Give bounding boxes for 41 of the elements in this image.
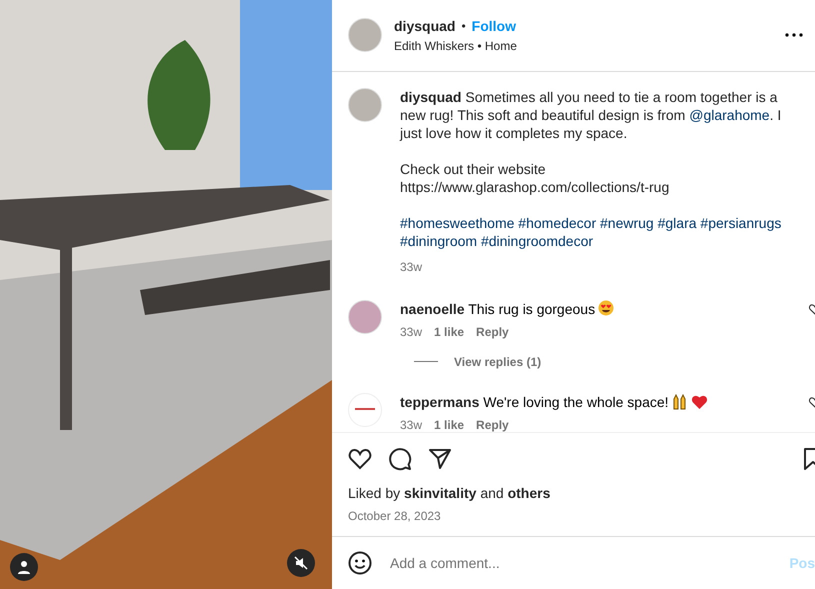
separator-dot: • (461, 18, 466, 33)
username-link[interactable]: skinvitality (404, 485, 476, 502)
hashtag-link[interactable]: #diningroomdecor (480, 232, 594, 249)
others-link[interactable]: others (508, 485, 550, 502)
likes-text: Liked by skinvitality and others (348, 485, 552, 502)
person-icon (17, 560, 31, 574)
muted-speaker-icon (294, 556, 308, 570)
comment-text: naenoelle This rug is gorgeous (400, 300, 791, 317)
timestamp: 33w (400, 418, 422, 432)
mention-link[interactable]: @glarahome (689, 106, 770, 123)
username-link[interactable]: diysquad (394, 18, 456, 34)
heart-eyes-emoji-icon (598, 300, 614, 316)
hashtag-link[interactable]: #glara (658, 214, 697, 231)
like-button[interactable] (348, 448, 372, 470)
share-button[interactable] (428, 448, 452, 470)
username-link[interactable]: naenoelle (400, 300, 465, 317)
like-count: 1 like (434, 418, 464, 432)
hashtag-link[interactable]: #persianrugs (700, 214, 782, 231)
reply-button[interactable]: Reply (476, 324, 509, 339)
reply-button[interactable]: Reply (476, 418, 509, 432)
hashtag-link[interactable]: #homedecor (518, 214, 596, 231)
heart-emoji-icon (690, 394, 708, 410)
caption-text: Check out their website (400, 160, 547, 178)
comment-text: teppermans We're loving the whole space! (400, 392, 791, 410)
view-replies-button[interactable]: View replies (1) (414, 354, 542, 369)
timestamp: 33w (400, 324, 422, 339)
like-count: 1 like (434, 324, 464, 339)
post-date: October 28, 2023 (348, 509, 442, 524)
timestamp: 33w (400, 258, 424, 276)
hashtag-link[interactable]: #homesweethome (400, 214, 514, 231)
website-link[interactable]: https://www.glarashop.com/collections/t-rug (400, 178, 792, 196)
username-link[interactable]: diysquad (400, 88, 462, 105)
caption-text: diysquad Sometimes all you need to tie a room together is a new rug! This soft and beautiful design is from @glarahome. I just love how it completes my space. (400, 88, 782, 142)
username-link[interactable]: teppermans (400, 394, 480, 410)
comment-button[interactable] (388, 447, 412, 472)
more-options-button[interactable] (785, 33, 803, 38)
hashtag-link[interactable]: #newrug (600, 214, 654, 231)
location-text: Edith Whiskers • Home (394, 38, 518, 53)
emoji-button[interactable] (348, 551, 372, 576)
brand-logo-avatar[interactable] (348, 392, 382, 427)
hashtag-link[interactable]: #diningroom (400, 232, 478, 249)
